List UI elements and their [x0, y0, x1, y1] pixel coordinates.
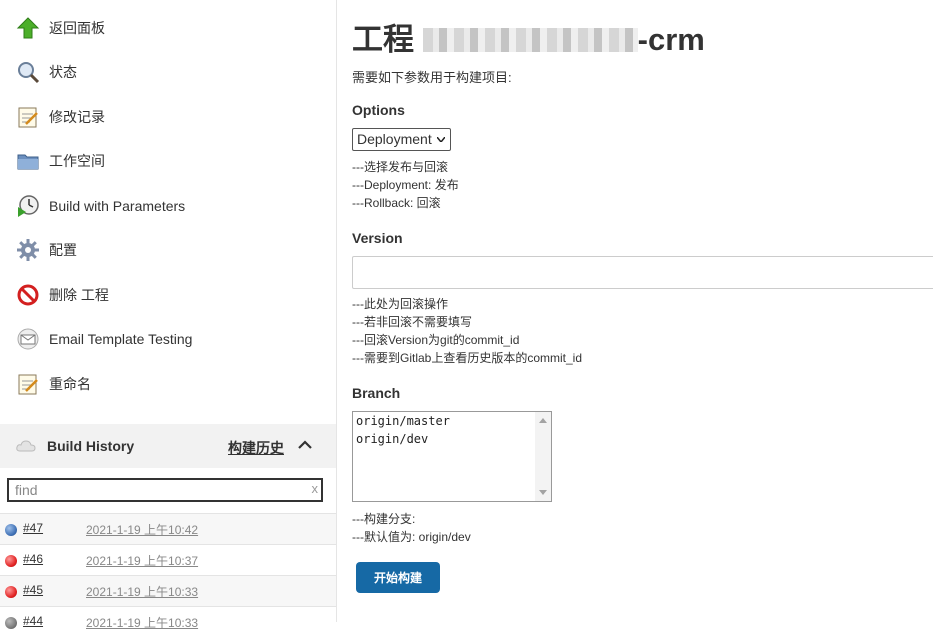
no-entry-icon	[16, 283, 40, 307]
task-label: 状态	[49, 64, 77, 80]
build-trend-link[interactable]: 构建历史	[228, 438, 284, 458]
redacted-project-name	[422, 27, 638, 52]
task-label: 配置	[49, 242, 77, 258]
task-build-with-parameters[interactable]: Build with Parameters	[16, 191, 185, 221]
chevron-down-icon	[437, 137, 445, 142]
task-changes[interactable]: 修改记录	[16, 102, 105, 132]
task-back-to-dashboard[interactable]: 返回面板	[16, 13, 105, 43]
build-row: #45 2021-1-19 上午10:33	[0, 575, 336, 606]
build-number-link[interactable]: #44	[23, 614, 43, 628]
task-label: 修改记录	[49, 109, 105, 125]
listbox-scrollbar[interactable]	[535, 412, 551, 501]
task-label: Email Template Testing	[49, 331, 193, 347]
version-label: Version	[352, 230, 403, 246]
help-line: ---选择发布与回滚	[352, 160, 448, 174]
build-time-link[interactable]: 2021-1-19 上午10:42	[86, 521, 198, 538]
branch-option[interactable]: origin/master	[356, 413, 450, 430]
envelope-icon	[16, 327, 40, 351]
clock-play-icon	[16, 194, 40, 218]
task-delete-project[interactable]: 删除 工程	[16, 280, 109, 310]
build-search-input[interactable]	[9, 480, 311, 500]
up-arrow-icon	[16, 16, 40, 40]
help-line: ---回滚Version为git的commit_id	[352, 333, 520, 347]
status-red-ball-icon	[5, 586, 17, 598]
sidebar: 返回面板 状态 修改记录 工作空间 Build with Parameters …	[0, 0, 337, 630]
build-time-link[interactable]: 2021-1-19 上午10:33	[86, 614, 198, 631]
build-search-box: x	[7, 478, 323, 502]
clear-search-icon[interactable]: x	[312, 481, 319, 496]
task-label: Build with Parameters	[49, 198, 186, 214]
build-row: #46 2021-1-19 上午10:37	[0, 544, 336, 575]
branch-option[interactable]: origin/dev	[356, 431, 428, 448]
build-number-link[interactable]: #47	[23, 521, 43, 535]
branch-label: Branch	[352, 385, 401, 401]
scroll-up-icon[interactable]	[539, 418, 547, 423]
build-history-header: Build History 构建历史	[0, 424, 336, 468]
build-time-link[interactable]: 2021-1-19 上午10:37	[86, 552, 198, 569]
help-line: ---Deployment: 发布	[352, 178, 459, 192]
build-button[interactable]: 开始构建	[356, 562, 440, 593]
task-label: 返回面板	[49, 20, 105, 36]
build-history-title: Build History	[47, 438, 135, 454]
task-workspace[interactable]: 工作空间	[16, 146, 105, 176]
build-number-link[interactable]: #45	[23, 583, 43, 597]
options-select[interactable]: Deployment	[352, 128, 451, 151]
task-label: 删除 工程	[49, 287, 109, 303]
task-rename[interactable]: 重命名	[16, 369, 91, 399]
help-line: ---Rollback: 回滚	[352, 196, 441, 210]
task-email-template-testing[interactable]: Email Template Testing	[16, 324, 192, 354]
task-label: 工作空间	[49, 153, 105, 169]
folder-icon	[16, 149, 40, 173]
notepad-icon	[16, 372, 40, 396]
gear-icon	[16, 238, 40, 262]
help-line: ---默认值为: origin/dev	[352, 530, 471, 544]
help-line: ---若非回滚不需要填写	[352, 315, 472, 329]
title-suffix: -crm	[637, 22, 705, 57]
parameters-description: 需要如下参数用于构建项目:	[352, 70, 512, 85]
help-line: ---此处为回滚操作	[352, 297, 448, 311]
status-grey-ball-icon	[5, 617, 17, 629]
options-selected-value: Deployment	[357, 131, 432, 147]
search-icon	[16, 60, 40, 84]
title-prefix: 工程	[352, 22, 414, 57]
cloud-icon	[16, 439, 36, 453]
task-label: 重命名	[49, 376, 91, 392]
help-line: ---构建分支:	[352, 512, 416, 526]
options-help: ---选择发布与回滚 ---Deployment: 发布 ---Rollback…	[352, 158, 459, 212]
chevron-up-icon[interactable]	[296, 436, 314, 454]
build-time-link[interactable]: 2021-1-19 上午10:33	[86, 583, 198, 600]
status-red-ball-icon	[5, 555, 17, 567]
help-line: ---需要到Gitlab上查看历史版本的commit_id	[352, 351, 583, 365]
version-input[interactable]	[352, 256, 933, 289]
options-label: Options	[352, 102, 405, 118]
main-panel: 工程 -crm 需要如下参数用于构建项目: Options Deployment…	[337, 0, 933, 622]
version-help: ---此处为回滚操作 ---若非回滚不需要填写 ---回滚Version为git…	[352, 295, 582, 367]
build-number-link[interactable]: #46	[23, 552, 43, 566]
scroll-down-icon[interactable]	[539, 490, 547, 495]
task-configure[interactable]: 配置	[16, 235, 77, 265]
page-title: 工程 -crm	[352, 14, 705, 59]
notepad-icon	[16, 105, 40, 129]
build-row: #47 2021-1-19 上午10:42	[0, 513, 336, 544]
status-blue-ball-icon	[5, 524, 17, 536]
task-status[interactable]: 状态	[16, 57, 77, 87]
branch-help: ---构建分支: ---默认值为: origin/dev	[352, 510, 471, 546]
branch-listbox[interactable]: origin/master origin/dev	[352, 411, 552, 502]
